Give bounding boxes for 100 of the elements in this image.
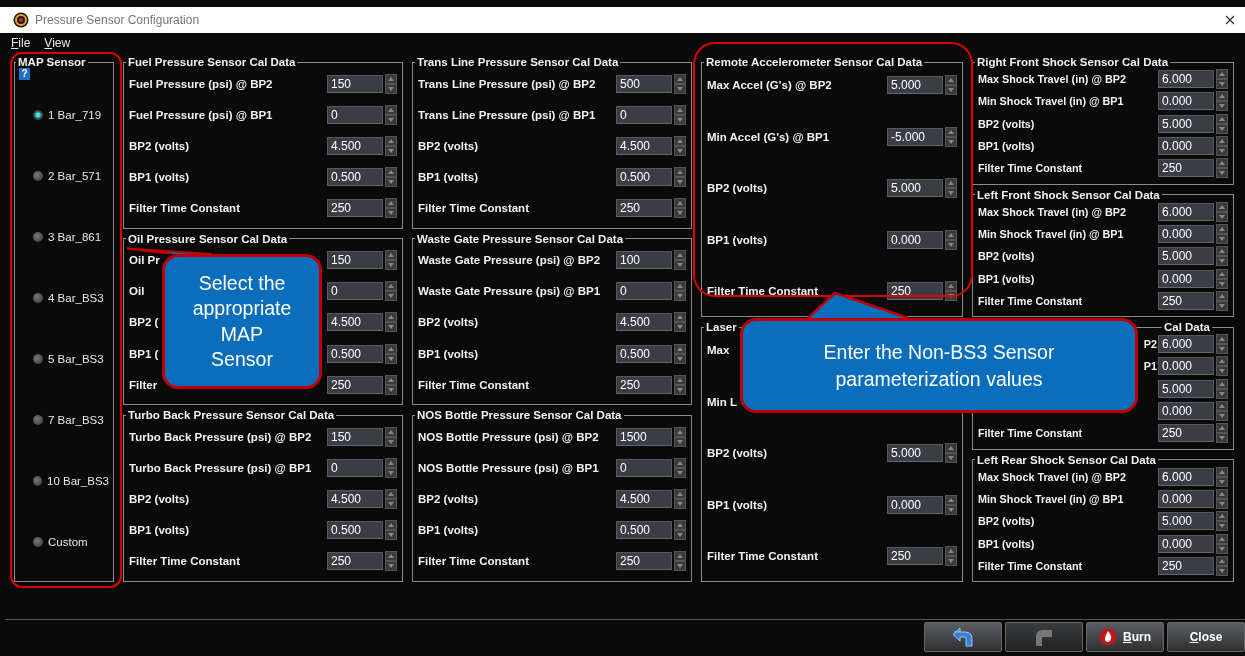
number-field[interactable]: 0.500 — [327, 344, 383, 363]
spinner[interactable] — [674, 250, 686, 271]
spinner[interactable] — [945, 75, 957, 95]
spinner[interactable] — [674, 166, 686, 187]
number-field[interactable]: 5.000 — [887, 444, 943, 462]
spinner[interactable] — [674, 312, 686, 333]
menu-item[interactable]: View — [44, 35, 71, 50]
spinner[interactable] — [1216, 378, 1228, 399]
spinner[interactable] — [1216, 268, 1228, 289]
spinner[interactable] — [674, 551, 686, 572]
number-field[interactable]: 500 — [616, 74, 672, 93]
spinner[interactable] — [1216, 69, 1228, 90]
radio-label[interactable]: 2 Bar_571 — [48, 169, 102, 182]
number-field[interactable]: 100 — [616, 251, 672, 270]
number-field[interactable]: 4.500 — [616, 136, 672, 155]
number-field[interactable]: 6.000 — [1158, 202, 1214, 221]
number-field[interactable]: 0.000 — [1158, 357, 1214, 376]
number-field[interactable]: 5.000 — [1158, 247, 1214, 266]
number-field[interactable]: -5.000 — [887, 127, 943, 146]
number-field[interactable]: 0.000 — [1158, 92, 1214, 111]
number-field[interactable]: 4.500 — [327, 136, 383, 155]
number-field[interactable]: 0 — [327, 105, 383, 124]
spinner[interactable] — [674, 135, 686, 156]
spinner[interactable] — [385, 135, 397, 156]
number-field[interactable]: 0 — [616, 105, 672, 124]
spinner[interactable] — [385, 166, 397, 187]
number-field[interactable]: 6.000 — [1158, 70, 1214, 89]
spinner[interactable] — [1216, 511, 1228, 532]
number-field[interactable]: 150 — [327, 251, 383, 270]
number-field[interactable]: 0.000 — [887, 495, 943, 514]
number-field[interactable]: 0.500 — [616, 167, 672, 186]
radio-label[interactable]: 7 Bar_BS3 — [48, 414, 104, 427]
number-field[interactable]: 0.000 — [1158, 137, 1214, 156]
spinner[interactable] — [385, 198, 397, 219]
spinner[interactable] — [1216, 488, 1228, 509]
number-field[interactable]: 250 — [327, 375, 383, 394]
number-field[interactable]: 5.000 — [887, 179, 943, 197]
spinner[interactable] — [1216, 555, 1228, 576]
number-field[interactable]: 250 — [1158, 159, 1214, 178]
number-field[interactable]: 0.000 — [1158, 534, 1214, 553]
spinner[interactable] — [385, 104, 397, 125]
spinner[interactable] — [1216, 334, 1228, 355]
number-field[interactable]: 250 — [327, 199, 383, 218]
burn-button[interactable]: Burn — [1086, 622, 1164, 652]
spinner[interactable] — [385, 312, 397, 333]
spinner[interactable] — [1216, 158, 1228, 179]
spinner[interactable] — [674, 343, 686, 364]
spinner[interactable] — [1216, 533, 1228, 554]
spinner[interactable] — [1216, 356, 1228, 377]
spinner[interactable] — [385, 281, 397, 302]
number-field[interactable]: 0.000 — [1158, 402, 1214, 421]
number-field[interactable]: 0 — [327, 282, 383, 301]
spinner[interactable] — [674, 198, 686, 219]
number-field[interactable]: 6.000 — [1158, 335, 1214, 354]
spinner[interactable] — [385, 551, 397, 572]
spinner[interactable] — [1216, 423, 1228, 444]
spinner[interactable] — [674, 374, 686, 395]
radio-label[interactable]: 10 Bar_BS3 — [47, 475, 109, 488]
radio-button[interactable] — [33, 415, 43, 426]
spinner[interactable] — [1216, 91, 1228, 112]
number-field[interactable]: 0.000 — [1158, 269, 1214, 288]
help-button[interactable]: ? — [19, 68, 30, 80]
spinner[interactable] — [1216, 246, 1228, 267]
radio-button[interactable] — [33, 537, 43, 548]
spinner[interactable] — [1216, 290, 1228, 311]
radio-button[interactable] — [33, 354, 43, 365]
number-field[interactable]: 150 — [327, 74, 383, 93]
number-field[interactable]: 0.500 — [616, 521, 672, 540]
spinner[interactable] — [674, 104, 686, 125]
spinner[interactable] — [385, 520, 397, 541]
menu-item[interactable]: File — [11, 35, 31, 50]
spinner[interactable] — [674, 281, 686, 302]
close-icon[interactable] — [1225, 15, 1235, 25]
number-field[interactable]: 4.500 — [616, 313, 672, 332]
number-field[interactable]: 6.000 — [1158, 467, 1214, 486]
spinner[interactable] — [674, 520, 686, 541]
spinner[interactable] — [674, 489, 686, 510]
number-field[interactable]: 0.500 — [616, 344, 672, 363]
number-field[interactable]: 150 — [327, 427, 383, 446]
spinner[interactable] — [945, 229, 957, 250]
number-field[interactable]: 4.500 — [327, 490, 383, 509]
number-field[interactable]: 250 — [1158, 556, 1214, 575]
number-field[interactable]: 250 — [616, 199, 672, 218]
spinner[interactable] — [945, 494, 957, 515]
radio-button[interactable] — [33, 109, 43, 120]
number-field[interactable]: 0 — [616, 459, 672, 478]
number-field[interactable]: 250 — [616, 552, 672, 571]
spinner[interactable] — [674, 426, 686, 447]
number-field[interactable]: 250 — [327, 552, 383, 571]
number-field[interactable]: 1500 — [616, 427, 672, 446]
number-field[interactable]: 0 — [616, 282, 672, 301]
spinner[interactable] — [945, 178, 957, 198]
spinner[interactable] — [1216, 113, 1228, 134]
radio-label[interactable]: 5 Bar_BS3 — [48, 353, 104, 366]
number-field[interactable]: 4.500 — [616, 490, 672, 509]
number-field[interactable]: 250 — [887, 547, 943, 565]
number-field[interactable]: 5.000 — [1158, 379, 1214, 398]
spinner[interactable] — [945, 281, 957, 301]
radio-label[interactable]: 1 Bar_719 — [48, 108, 102, 121]
number-field[interactable]: 0.500 — [327, 167, 383, 186]
